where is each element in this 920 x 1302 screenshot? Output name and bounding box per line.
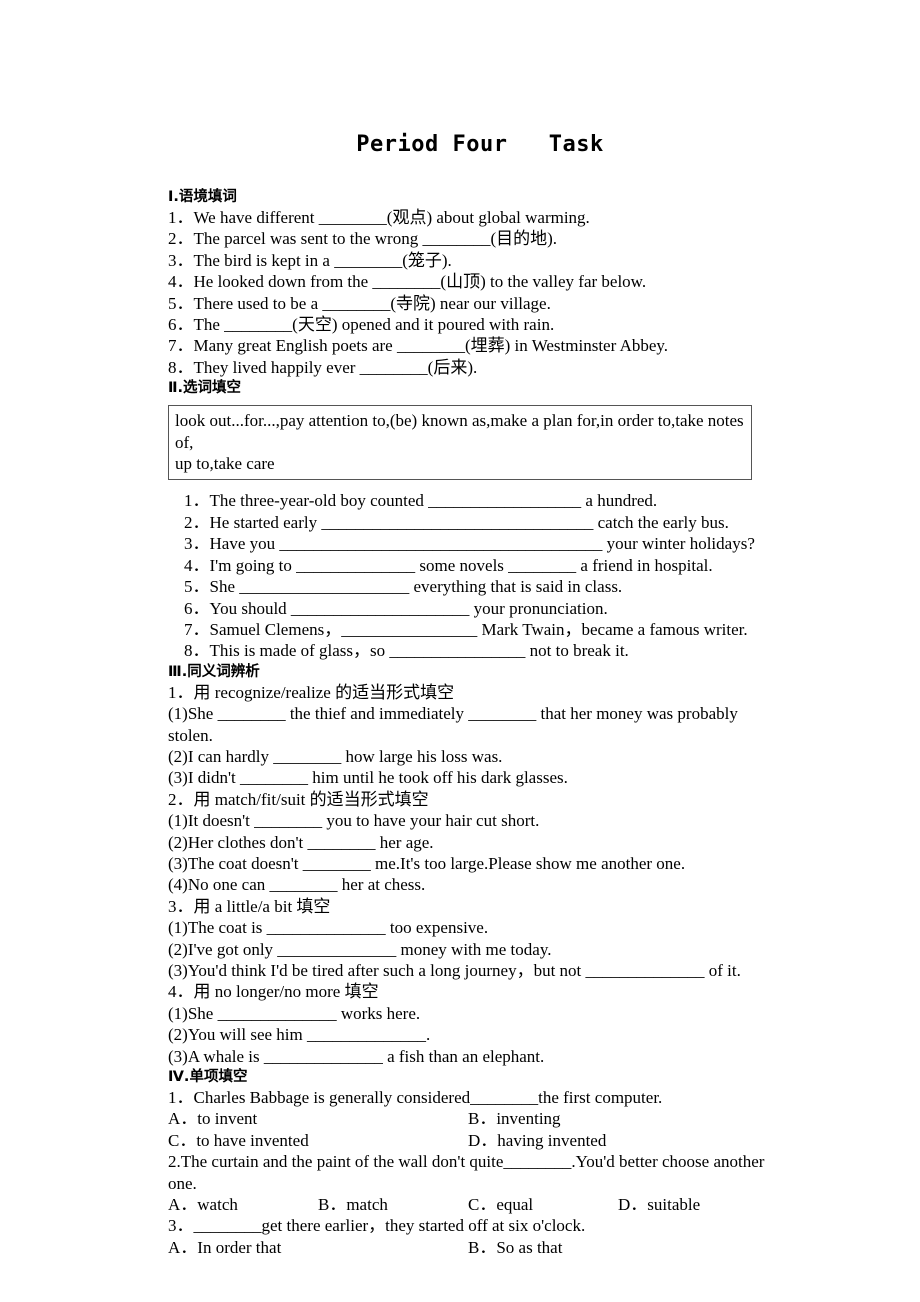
section3-group-prompt: 1．用 recognize/realize 的适当形式填空 [168, 682, 455, 702]
section1-item: 3．The bird is kept in a ________(笼子). [168, 250, 452, 270]
option-d[interactable]: D．suitable [618, 1194, 768, 1215]
section2-item: 5．She ____________________ everything th… [184, 577, 623, 597]
section2-item: 3．Have you _____________________________… [184, 534, 755, 554]
section3-item: (2)I've got only ______________ money wi… [168, 939, 552, 959]
section1-item: 7．Many great English poets are ________(… [168, 336, 669, 356]
section2-item: 4．I'm going to ______________ some novel… [184, 555, 713, 575]
option-a[interactable]: A．In order that [168, 1237, 468, 1258]
document-page: Period Four Task Ⅰ.语境填词 1．We have differ… [0, 0, 920, 1302]
section-heading-2: Ⅱ.选词填空 [168, 380, 242, 397]
section-heading-3: Ⅲ.同义词辨析 [168, 663, 260, 680]
option-b[interactable]: B．match [318, 1194, 468, 1215]
section3-item: (1)The coat is ______________ too expens… [168, 918, 489, 938]
section3-item: (3)A whale is ______________ a fish than… [168, 1046, 545, 1066]
question-options: A．In order that B．So as that [168, 1237, 768, 1258]
section3-item: (2)I can hardly ________ how large his l… [168, 746, 503, 766]
page-title: Period Four Task [356, 132, 604, 157]
option-d[interactable]: D．having invented [468, 1130, 768, 1151]
section3-group-prompt: 4．用 no longer/no more 填空 [168, 982, 379, 1002]
question-options: A．to invent B．inventing [168, 1108, 768, 1129]
question-stem: 2.The curtain and the paint of the wall … [168, 1152, 769, 1193]
section3-item: (4)No one can ________ her at chess. [168, 875, 426, 895]
option-b[interactable]: B．So as that [468, 1237, 768, 1258]
section2-item: 1．The three-year-old boy counted _______… [184, 491, 658, 511]
section3-item: (2)Her clothes don't ________ her age. [168, 832, 434, 852]
section2-item: 8．This is made of glass，so _____________… [184, 641, 629, 661]
section1-item: 8．They lived happily ever ________(后来). [168, 357, 478, 377]
section1-item: 5．There used to be a ________(寺院) near o… [168, 293, 551, 313]
section-heading-4: Ⅳ.单项填空 [168, 1069, 248, 1086]
section3-item: (1)She ________ the thief and immediatel… [168, 704, 743, 745]
section3-item: (1)She ______________ works here. [168, 1003, 421, 1023]
section1-item: 6．The ________(天空) opened and it poured … [168, 315, 555, 335]
section2-item: 2．He started early _____________________… [184, 512, 729, 532]
question-stem: 1．Charles Babbage is generally considere… [168, 1088, 663, 1108]
document-content: Period Four Task Ⅰ.语境填词 1．We have differ… [168, 132, 768, 1258]
question-options: C．to have invented D．having invented [168, 1130, 768, 1151]
section2-item: 7．Samuel Clemens，________________ Mark T… [184, 619, 748, 639]
section1-item: 4．He looked down from the ________(山顶) t… [168, 272, 647, 292]
section2-item: 6．You should _____________________ your … [184, 598, 608, 618]
word-bank-box: look out...for...,pay attention to,(be) … [168, 405, 752, 481]
section-heading-1: Ⅰ.语境填词 [168, 189, 237, 205]
section3-item: (2)You will see him ______________. [168, 1025, 431, 1045]
section3-item: (1)It doesn't ________ you to have your … [168, 811, 540, 831]
option-b[interactable]: B．inventing [468, 1108, 768, 1129]
section1-item: 1．We have different ________(观点) about g… [168, 208, 590, 227]
section3-item: (3)You'd think I'd be tired after such a… [168, 961, 741, 980]
question-stem: 3．________get there earlier，they started… [168, 1216, 586, 1236]
option-c[interactable]: C．equal [468, 1194, 618, 1215]
section3-item: (3)I didn't ________ him until he took o… [168, 768, 568, 788]
question-options: A．watch B．match C．equal D．suitable [168, 1194, 768, 1215]
option-a[interactable]: A．watch [168, 1194, 318, 1215]
section3-item: (3)The coat doesn't ________ me.It's too… [168, 853, 686, 873]
section1-item: 2．The parcel was sent to the wrong _____… [168, 229, 558, 249]
option-a[interactable]: A．to invent [168, 1108, 468, 1129]
section3-group-prompt: 2．用 match/fit/suit 的适当形式填空 [168, 789, 429, 809]
section3-group-prompt: 3．用 a little/a bit 填空 [168, 896, 331, 916]
option-c[interactable]: C．to have invented [168, 1130, 468, 1151]
